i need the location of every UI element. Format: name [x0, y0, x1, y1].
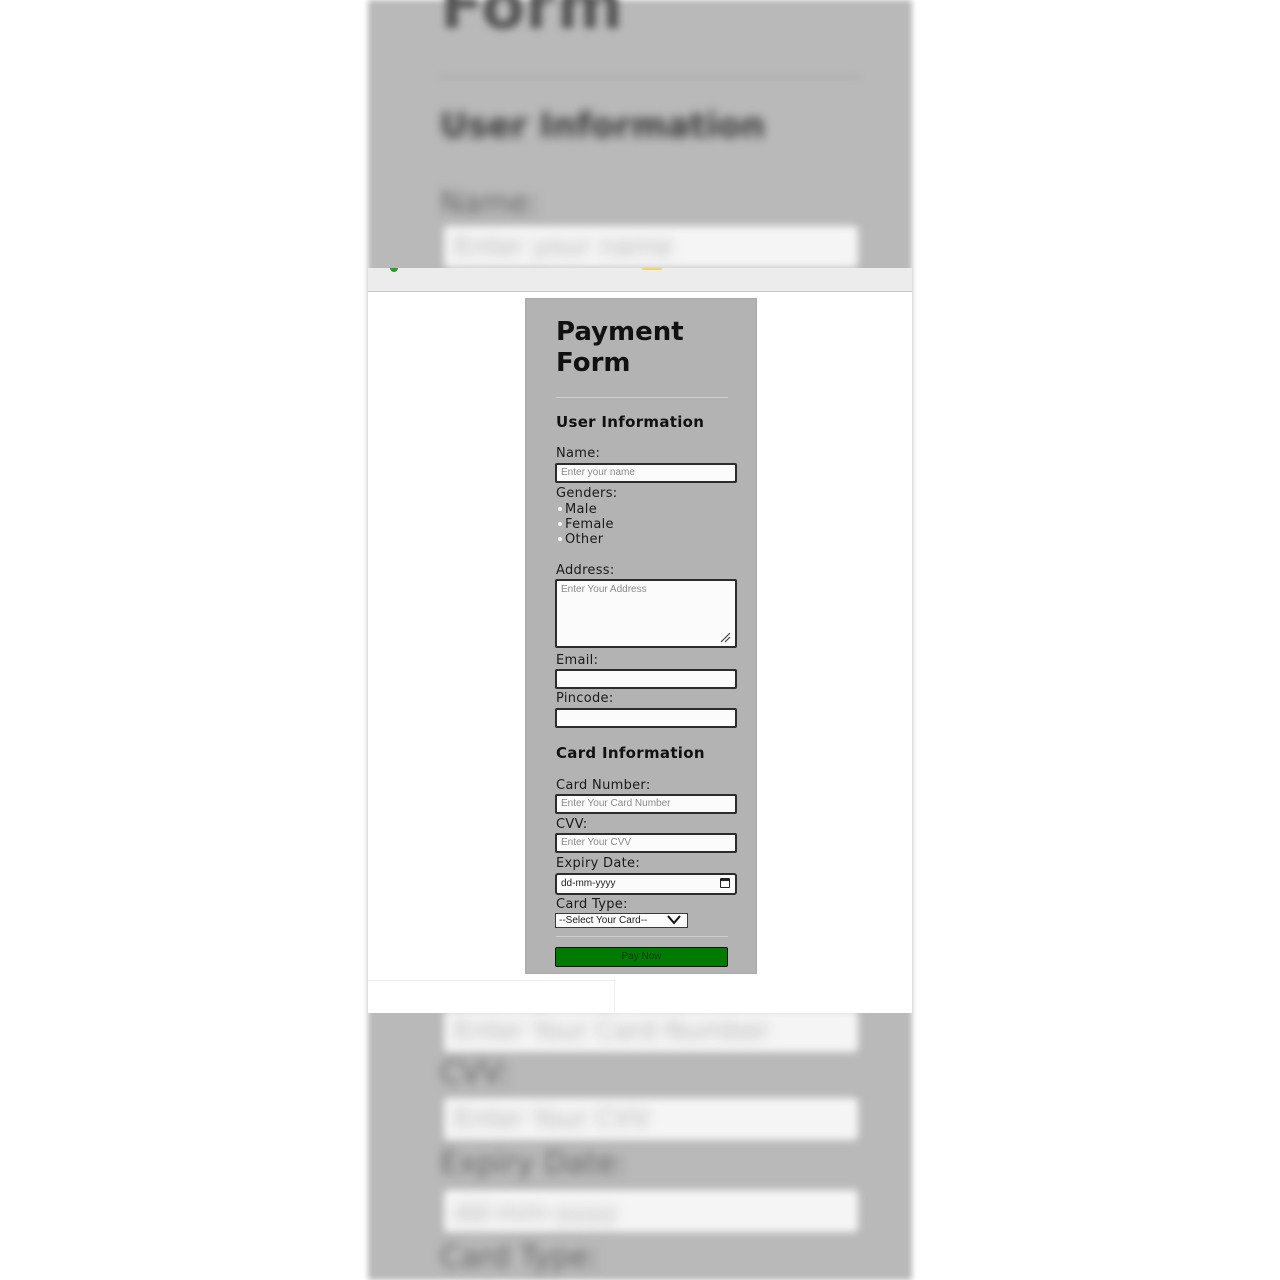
blurred-card-type-label: Card Type:: [440, 1240, 599, 1275]
user-information-heading: User Information: [556, 413, 705, 431]
card-type-select[interactable]: --Select Your Card--: [555, 913, 688, 928]
email-input[interactable]: [555, 669, 737, 689]
blurred-divider: [440, 76, 860, 78]
address-label: Address:: [556, 563, 615, 578]
blurred-cvv-placeholder: Enter Your CVV: [454, 1104, 650, 1134]
tab-favicon-icon: [390, 268, 398, 272]
gender-option-female[interactable]: Female: [558, 517, 614, 532]
browser-tab-bar: [368, 268, 912, 292]
blurred-section-heading: User Information: [440, 106, 766, 146]
card-number-label: Card Number:: [556, 778, 651, 793]
folder-icon: [642, 268, 662, 270]
address-textarea[interactable]: Enter Your Address: [555, 579, 737, 648]
gender-option-other[interactable]: Other: [558, 532, 603, 547]
cvv-label: CVV:: [556, 817, 588, 832]
gender-option-label: Other: [565, 532, 604, 547]
email-label: Email:: [556, 653, 599, 668]
bottom-divider: [368, 980, 616, 981]
pincode-input[interactable]: [555, 708, 737, 728]
expiry-date-label: Expiry Date:: [556, 856, 640, 871]
card-number-input[interactable]: Enter Your Card Number: [555, 794, 737, 814]
payment-form-card: Payment Form User Information Name: Ente…: [525, 298, 757, 974]
blurred-expiry-label: Expiry Date:: [440, 1146, 626, 1181]
bottom-divider-tick: [614, 980, 615, 1012]
submit-divider: [556, 936, 728, 937]
gender-option-label: Female: [565, 517, 614, 532]
blurred-card-number-placeholder: Enter Your Card Number: [454, 1016, 770, 1046]
radio-icon[interactable]: [558, 506, 562, 511]
form-title: Payment Form: [556, 317, 684, 378]
cvv-input[interactable]: Enter Your CVV: [555, 833, 737, 853]
pincode-label: Pincode:: [556, 691, 614, 706]
gender-option-male[interactable]: Male: [558, 502, 597, 517]
pay-now-button[interactable]: Pay Now: [555, 947, 728, 967]
card-type-label: Card Type:: [556, 897, 628, 912]
blurred-expiry-placeholder: dd-mm-yyyy: [454, 1198, 618, 1228]
blurred-title: Form: [440, 0, 624, 44]
gender-option-label: Male: [565, 502, 597, 517]
expiry-date-placeholder: dd-mm-yyyy: [561, 878, 616, 889]
screenshot-panel: Payment Form User Information Name: Ente…: [368, 268, 912, 1013]
name-label: Name:: [556, 446, 601, 461]
genders-label: Genders:: [556, 486, 618, 501]
blurred-name-label: Name:: [440, 186, 539, 221]
card-information-heading: Card Information: [556, 744, 705, 762]
blurred-cvv-label: CVV:: [440, 1056, 510, 1091]
radio-icon[interactable]: [558, 521, 562, 526]
radio-icon[interactable]: [558, 536, 562, 541]
title-divider: [556, 397, 728, 398]
blurred-name-placeholder: Enter your name: [454, 232, 673, 262]
calendar-icon[interactable]: [720, 878, 730, 888]
card-type-selected-value: --Select Your Card--: [559, 915, 648, 926]
name-input[interactable]: Enter your name: [555, 463, 737, 483]
resize-handle-icon[interactable]: [719, 631, 731, 643]
chevron-down-icon[interactable]: [667, 914, 681, 926]
expiry-date-input[interactable]: dd-mm-yyyy: [555, 873, 737, 895]
address-placeholder: Enter Your Address: [561, 584, 647, 595]
